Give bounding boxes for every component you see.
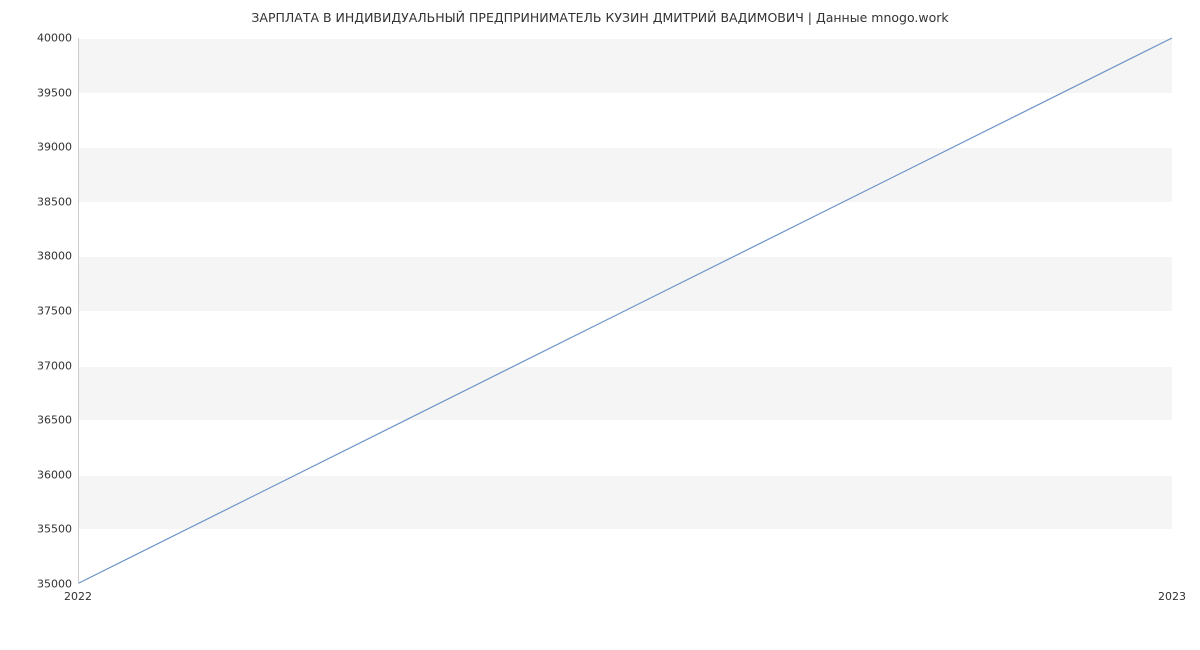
y-tick-label: 36000 [37,468,72,481]
y-tick-label: 35500 [37,523,72,536]
y-tick-label: 40000 [37,32,72,45]
line-series [79,38,1172,583]
grid-line [79,584,1172,585]
y-tick-label: 38500 [37,195,72,208]
y-tick-label: 37000 [37,359,72,372]
y-tick-label: 37500 [37,305,72,318]
y-tick-label: 39000 [37,141,72,154]
y-tick-label: 36500 [37,414,72,427]
x-tick-label: 2022 [64,590,92,603]
y-tick-label: 38000 [37,250,72,263]
x-tick-label: 2023 [1158,590,1186,603]
y-tick-label: 39500 [37,86,72,99]
chart-title: ЗАРПЛАТА В ИНДИВИДУАЛЬНЫЙ ПРЕДПРИНИМАТЕЛ… [0,10,1200,25]
plot-area [78,38,1172,584]
y-tick-label: 35000 [37,578,72,591]
